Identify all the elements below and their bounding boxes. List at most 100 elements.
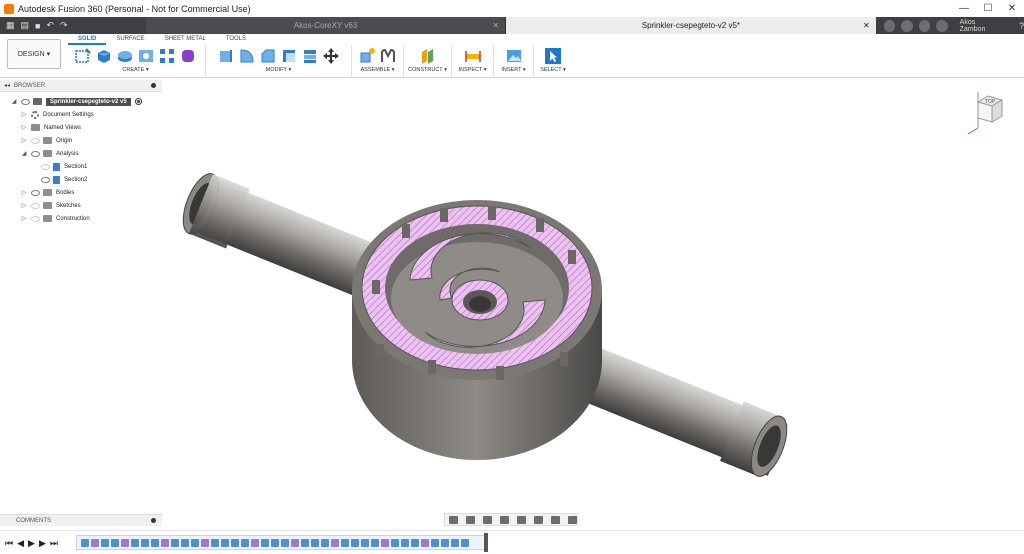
maximize-button[interactable]: ☐ [976, 0, 1000, 17]
timeline-feature[interactable] [81, 538, 89, 547]
display-settings-icon[interactable] [534, 515, 543, 524]
expand-triangle-icon[interactable]: ◢ [20, 150, 28, 157]
timeline-feature[interactable] [191, 538, 199, 547]
timeline-feature[interactable] [281, 538, 289, 547]
timeline-feature[interactable] [301, 538, 309, 547]
timeline-feature[interactable] [451, 538, 459, 547]
shell-icon[interactable] [280, 47, 298, 65]
comments-toggle-icon[interactable] [151, 518, 156, 523]
visibility-eye-icon[interactable] [31, 215, 40, 222]
timeline-feature[interactable] [141, 538, 149, 547]
timeline-feature[interactable] [261, 538, 269, 547]
offset-plane-icon[interactable] [419, 47, 437, 65]
tab-solid[interactable]: SOLID [68, 34, 107, 45]
collapse-browser-icon[interactable]: ◂◂ [4, 82, 10, 89]
browser-pin-icon[interactable] [151, 83, 156, 88]
expand-triangle-icon[interactable]: ▷ [20, 137, 28, 144]
step-back-icon[interactable]: ◀ [17, 538, 24, 549]
timeline-feature[interactable] [401, 538, 409, 547]
timeline-feature[interactable] [351, 538, 359, 547]
tab-close-icon[interactable]: ✕ [863, 21, 870, 30]
timeline-feature[interactable] [441, 538, 449, 547]
tab-close-icon[interactable]: ✕ [492, 21, 499, 30]
timeline-feature[interactable] [101, 538, 109, 547]
notifications-icon[interactable] [936, 19, 948, 32]
create-group-label[interactable]: CREATE ▾ [122, 67, 148, 73]
new-component-icon[interactable] [358, 47, 376, 65]
timeline-feature[interactable] [361, 538, 369, 547]
look-at-icon[interactable] [466, 515, 475, 524]
visibility-eye-icon[interactable] [31, 189, 40, 196]
tab-sprinkler[interactable]: Sprinkler-csepegteto-v2 v5* ✕ [506, 17, 876, 34]
expand-triangle-icon[interactable]: ▷ [20, 189, 28, 196]
job-status-icon[interactable] [918, 19, 931, 32]
timeline-feature[interactable] [311, 538, 319, 547]
joint-icon[interactable] [379, 47, 397, 65]
expand-triangle-icon[interactable]: ▷ [20, 124, 28, 131]
tab-surface[interactable]: SURFACE [106, 34, 154, 45]
browser-item-origin[interactable]: ▷ Origin [0, 134, 170, 147]
browser-header[interactable]: ◂◂ BROWSER [0, 80, 162, 92]
timeline-feature[interactable] [121, 538, 129, 547]
timeline-feature[interactable] [201, 538, 209, 547]
tab-akos-corexy[interactable]: Akos-CoreXY v63 ✕ [146, 17, 507, 34]
visibility-eye-icon[interactable] [31, 150, 40, 157]
insert-group-label[interactable]: INSERT ▾ [501, 67, 525, 73]
timeline-feature[interactable] [181, 538, 189, 547]
timeline-feature[interactable] [391, 538, 399, 547]
timeline-feature[interactable] [231, 538, 239, 547]
timeline-feature[interactable] [241, 538, 249, 547]
close-window-button[interactable]: ✕ [1000, 0, 1024, 17]
timeline-feature[interactable] [271, 538, 279, 547]
tab-tools[interactable]: TOOLS [216, 34, 256, 45]
combine-icon[interactable] [301, 47, 319, 65]
timeline-feature[interactable] [151, 538, 159, 547]
extensions-icon[interactable] [901, 19, 913, 32]
fillet-icon[interactable] [238, 47, 256, 65]
zoom-window-icon[interactable] [517, 515, 526, 524]
timeline-feature[interactable] [91, 538, 99, 547]
timeline-feature[interactable] [331, 538, 339, 547]
grid-settings-icon[interactable] [551, 515, 560, 524]
modify-group-label[interactable]: MODIFY ▾ [266, 67, 292, 73]
timeline-feature[interactable] [381, 538, 389, 547]
user-name[interactable]: Akos Zambon [960, 19, 1001, 33]
timeline-feature[interactable] [251, 538, 259, 547]
model-viewport[interactable] [170, 160, 800, 480]
new-tab-icon[interactable] [883, 19, 896, 32]
browser-item-construction[interactable]: ▷ Construction [0, 212, 170, 225]
browser-item-analysis[interactable]: ◢ Analysis [0, 147, 170, 160]
expand-triangle-icon[interactable]: ▷ [20, 202, 28, 209]
timeline-feature[interactable] [161, 538, 169, 547]
browser-item-section2[interactable]: Section2 [0, 173, 170, 186]
timeline-feature[interactable] [411, 538, 419, 547]
visibility-eye-icon[interactable] [41, 176, 50, 183]
timeline-feature[interactable] [421, 538, 429, 547]
browser-item-bodies[interactable]: ▷ Bodies [0, 186, 170, 199]
timeline-feature[interactable] [371, 538, 379, 547]
construct-group-label[interactable]: CONSTRUCT ▾ [408, 67, 447, 73]
browser-item-section1[interactable]: Section1 [0, 160, 170, 173]
timeline-feature[interactable] [211, 538, 219, 547]
chamfer-icon[interactable] [259, 47, 277, 65]
comments-panel-header[interactable]: COMMENTS [0, 514, 162, 526]
visibility-eye-icon[interactable] [41, 163, 50, 170]
inspect-group-label[interactable]: INSPECT ▾ [458, 67, 486, 73]
viewports-icon[interactable] [568, 515, 577, 524]
redo-icon[interactable]: ↷ [60, 20, 68, 31]
help-icon[interactable]: ? [1019, 21, 1024, 31]
extrude-icon[interactable] [95, 47, 113, 65]
timeline-track[interactable] [76, 535, 488, 550]
timeline-feature[interactable] [341, 538, 349, 547]
visibility-eye-icon[interactable] [31, 202, 40, 209]
revolve-icon[interactable] [116, 47, 134, 65]
zoom-icon[interactable] [500, 515, 509, 524]
viewcube-front-face[interactable] [977, 101, 993, 123]
browser-item-document-settings[interactable]: ▷ Document Settings [0, 108, 170, 121]
timeline-feature[interactable] [321, 538, 329, 547]
visibility-eye-icon[interactable] [21, 98, 30, 105]
hole-icon[interactable] [137, 47, 155, 65]
insert-image-icon[interactable] [505, 47, 523, 65]
move-copy-icon[interactable] [322, 47, 340, 65]
select-cursor-icon[interactable] [544, 47, 562, 65]
